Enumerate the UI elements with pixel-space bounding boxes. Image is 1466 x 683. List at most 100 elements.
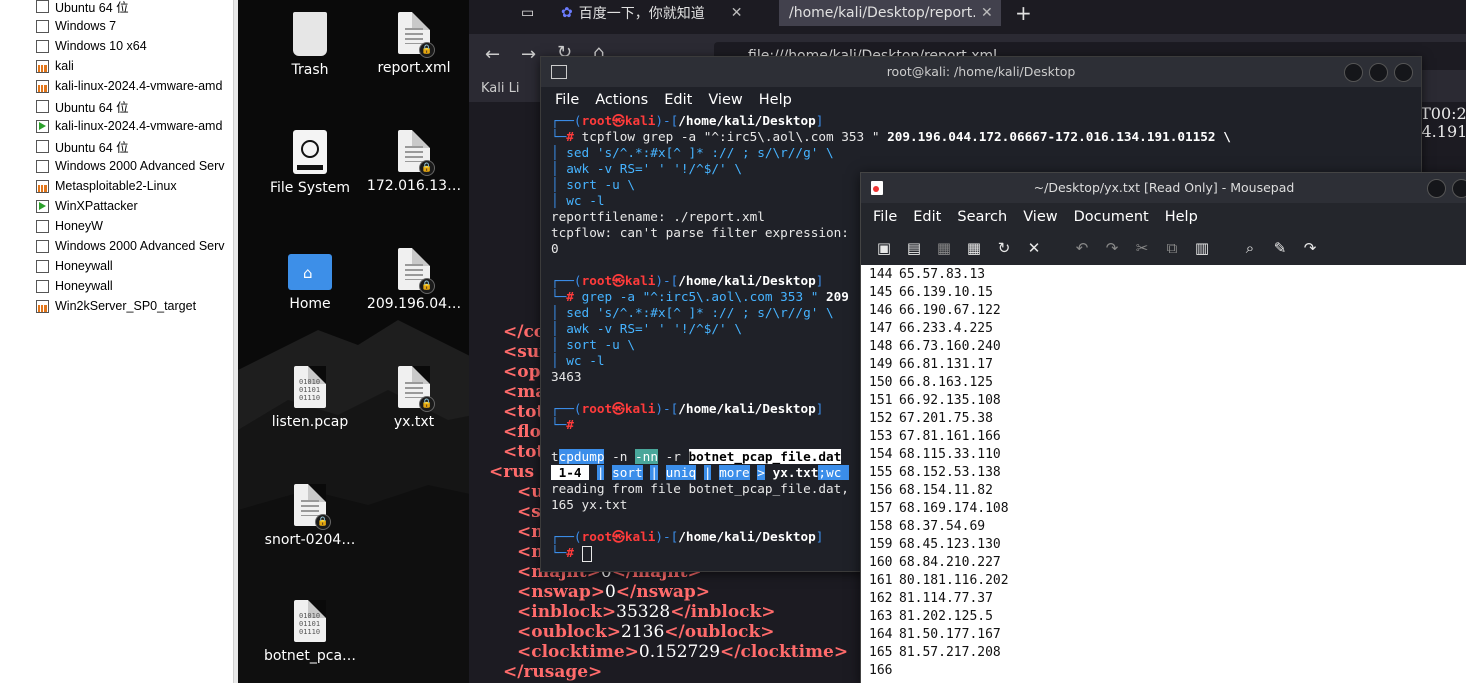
tab-report-xml[interactable]: /home/kali/Desktop/report.x ✕ <box>779 0 1001 26</box>
line-number: 148 <box>869 339 893 354</box>
find-replace-icon[interactable]: ✎ <box>1271 239 1289 257</box>
menu-file[interactable]: File <box>555 92 579 108</box>
baidu-favicon-icon: ✿ <box>561 5 573 21</box>
line-text: 66.73.160.240 <box>899 339 1001 354</box>
vm-running-icon <box>36 119 49 133</box>
desktop-icon[interactable]: 🔒 report.xml <box>362 12 466 76</box>
prompt-user: root <box>581 401 613 416</box>
mousepad-text-area[interactable]: 144 65.57.83.13 145 66.139.10.15 146 66.190.6… <box>861 265 1466 683</box>
paste-icon[interactable]: ▥ <box>1193 239 1211 257</box>
menu-search[interactable]: Search <box>957 209 1007 225</box>
line-text: 68.84.210.227 <box>899 555 1001 570</box>
save-as-icon[interactable]: ▦ <box>965 239 983 257</box>
line-text: 66.8.163.125 <box>899 375 993 390</box>
xml-open-tag: <s <box>517 502 541 522</box>
vm-list-item[interactable]: Metasploitable2-Linux <box>0 176 233 196</box>
menu-actions[interactable]: Actions <box>595 92 648 108</box>
menu-help[interactable]: Help <box>1165 209 1198 225</box>
back-icon[interactable]: ← <box>485 44 500 65</box>
new-document-icon[interactable]: ▣ <box>875 239 893 257</box>
command-text: t <box>551 449 559 464</box>
go-to-line-icon[interactable]: ↷ <box>1301 239 1319 257</box>
desktop-icon[interactable]: 01010 01101 01110 listen.pcap <box>258 366 362 430</box>
menu-edit[interactable]: Edit <box>664 92 692 108</box>
vm-list-item[interactable]: kali-linux-2024.4-vmware-amd <box>0 116 233 136</box>
vm-list-item[interactable]: WinXPattacker <box>0 196 233 216</box>
menu-edit[interactable]: Edit <box>913 209 941 225</box>
firefox-tab-list-icon[interactable]: ▭ <box>521 0 534 26</box>
vm-list-item[interactable]: kali-linux-2024.4-vmware-amd <box>0 76 233 96</box>
command-text: grep -a "^:irc5\.aol\.com 353 " <box>581 289 826 304</box>
desktop-icon[interactable]: ⌂ Home <box>258 248 362 312</box>
vm-list-item[interactable]: kali <box>0 56 233 76</box>
command-text <box>658 465 666 480</box>
mousepad-titlebar[interactable]: ~/Desktop/yx.txt [Read Only] - Mousepad <box>861 173 1466 203</box>
search-icon[interactable]: ⌕ <box>1241 239 1259 257</box>
menu-view[interactable]: View <box>1023 209 1057 225</box>
close-icon[interactable]: ✕ <box>731 5 743 21</box>
xml-open-tag: <inblock> <box>517 602 617 622</box>
bookmark-item[interactable]: Kali Li <box>481 81 519 96</box>
vm-list-item[interactable]: Honeywall <box>0 256 233 276</box>
maximize-button[interactable] <box>1452 179 1466 198</box>
vm-list-item[interactable]: Windows 2000 Advanced Serv <box>0 236 233 256</box>
prompt-decoration: │ <box>551 353 567 368</box>
minimize-button[interactable] <box>1344 63 1363 82</box>
close-icon[interactable]: ✕ <box>1025 239 1043 257</box>
menu-help[interactable]: Help <box>759 92 792 108</box>
vm-list-item[interactable]: Ubuntu 64 位 <box>0 96 233 116</box>
forward-icon[interactable]: → <box>521 44 536 65</box>
new-window-icon[interactable]: ▤ <box>905 239 923 257</box>
command-text: cpdump <box>558 449 605 464</box>
lock-icon: 🔒 <box>419 42 435 58</box>
desktop-icon[interactable]: 🔒 snort-0204… <box>258 484 362 548</box>
vm-list-item[interactable]: Ubuntu 64 位 <box>0 0 233 16</box>
new-tab-button[interactable]: + <box>1015 0 1032 26</box>
desktop-icon[interactable]: 🔒 209.196.04… <box>362 248 466 312</box>
menu-file[interactable]: File <box>873 209 897 225</box>
vm-list-item[interactable]: Ubuntu 64 位 <box>0 136 233 156</box>
desktop-icon[interactable]: Trash <box>258 12 362 78</box>
prompt-decoration: ㉿ <box>612 401 625 416</box>
line-number: 166 <box>869 663 893 678</box>
terminal-titlebar[interactable]: root@kali: /home/kali/Desktop <box>541 57 1421 87</box>
minimize-button[interactable] <box>1427 179 1446 198</box>
undo-icon[interactable]: ↶ <box>1073 239 1091 257</box>
maximize-button[interactable] <box>1369 63 1388 82</box>
desktop-icon[interactable]: File System <box>258 130 362 196</box>
prompt-cwd: /home/kali/Desktop <box>678 529 816 544</box>
vm-list-item[interactable]: Honeywall <box>0 276 233 296</box>
vm-list-item[interactable]: Windows 2000 Advanced Serv <box>0 156 233 176</box>
command-output: reading from file botnet_pcap_file.dat, <box>551 481 849 496</box>
command-text: 1-4 <box>551 465 590 480</box>
desktop-icon-label: report.xml <box>377 60 451 76</box>
text-line: 152 67.201.75.38 <box>869 410 1009 428</box>
close-icon[interactable]: ✕ <box>981 5 993 21</box>
command-text: wc <box>826 465 849 480</box>
desktop-icon[interactable]: 🔒 yx.txt <box>362 366 466 430</box>
text-line: 166 <box>869 662 1009 680</box>
line-text: 68.154.11.82 <box>899 483 993 498</box>
save-icon[interactable]: ▦ <box>935 239 953 257</box>
vm-list-item[interactable]: Windows 7 <box>0 16 233 36</box>
tab-baidu[interactable]: ✿ 百度一下，你就知道 ✕ <box>561 0 771 26</box>
menu-document[interactable]: Document <box>1074 209 1149 225</box>
xml-close-tag: </clocktime> <box>720 642 849 662</box>
line-text: 68.152.53.138 <box>899 465 1001 480</box>
cut-icon[interactable]: ✂ <box>1133 239 1151 257</box>
binary-file-icon: 01010 01101 01110 <box>294 366 326 408</box>
copy-icon[interactable]: ⧉ <box>1163 239 1181 257</box>
menu-view[interactable]: View <box>708 92 742 108</box>
command-text <box>765 465 773 480</box>
vm-list-item[interactable]: Windows 10 x64 <box>0 36 233 56</box>
vm-list-item[interactable]: HoneyW <box>0 216 233 236</box>
vm-list-item[interactable]: Win2kServer_SP0_target <box>0 296 233 316</box>
close-button[interactable] <box>1394 63 1413 82</box>
redo-icon[interactable]: ↷ <box>1103 239 1121 257</box>
mousepad-toolbar: ▣ ▤ ▦ ▦ ↻ ✕ ↶ ↷ ✂ ⧉ ▥ ⌕ ✎ ↷ <box>861 231 1466 265</box>
desktop-icon[interactable]: 01010 01101 01110 botnet_pca… <box>258 600 362 664</box>
reload-icon[interactable]: ↻ <box>995 239 1013 257</box>
vm-library-panel: Ubuntu 64 位 Windows 7 Windows 10 x64 kali ka… <box>0 0 233 683</box>
xml-element-line: <inblock>35328</inblock> <box>517 602 776 622</box>
desktop-icon[interactable]: 🔒 172.016.13… <box>362 130 466 194</box>
